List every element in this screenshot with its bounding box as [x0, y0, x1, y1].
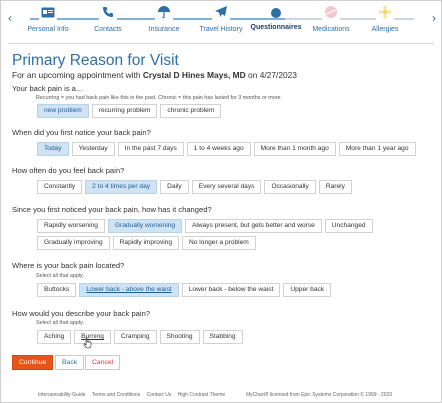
footer-copyright: MyChart® licensed from Epic Systems Corp…	[246, 392, 393, 398]
continue-button[interactable]: Continue	[12, 355, 54, 370]
umbrella-icon	[155, 4, 173, 20]
subtitle-mid: on	[245, 70, 260, 80]
option-always-present[interactable]: Always present, but gets better and wors…	[185, 219, 322, 233]
airplane-icon	[212, 4, 230, 20]
footer-link-high-contrast[interactable]: High Contrast Theme	[178, 392, 225, 398]
option-rapidly-worsening[interactable]: Rapidly worsening	[37, 219, 105, 233]
cancel-button[interactable]: Cancel	[85, 355, 121, 370]
step-insurance[interactable]: Insurance	[134, 4, 194, 33]
allergy-icon	[376, 4, 394, 20]
step-personal-info[interactable]: Personal Info	[18, 4, 78, 33]
footer-link-contact[interactable]: Contact Us	[147, 392, 172, 398]
question-hint: Select all that apply.	[36, 273, 84, 279]
footer-link-terms[interactable]: Terms and Conditions	[92, 392, 140, 398]
option-rapidly-improving[interactable]: Rapidly improving	[112, 236, 180, 250]
step-questionnaires[interactable]: Questionnaires	[246, 4, 306, 31]
step-contacts[interactable]: Contacts	[78, 4, 138, 33]
question-description: How would you describe your back pain?	[12, 309, 151, 318]
step-medications[interactable]: Medications	[301, 4, 361, 33]
option-past-7-days[interactable]: In the past 7 days	[117, 142, 184, 156]
question-change: Since you first noticed your back pain, …	[12, 205, 212, 214]
subtitle-prefix: For an upcoming appointment with	[12, 70, 143, 80]
step-allergies[interactable]: Allergies	[355, 4, 415, 33]
option-constantly[interactable]: Constantly	[37, 180, 83, 194]
pill-icon	[322, 4, 340, 20]
step-label: Questionnaires	[250, 24, 302, 31]
step-label: Contacts	[94, 26, 122, 33]
step-label: Medications	[312, 26, 350, 33]
option-shooting[interactable]: Shooting	[159, 330, 200, 344]
stepper-scroll-left-icon[interactable]: ‹	[8, 11, 12, 25]
question-pain-type: Your back pain is a...	[12, 84, 83, 93]
question-frequency: How often do you feel back pain?	[12, 166, 125, 175]
option-every-several-days[interactable]: Every several days	[191, 180, 262, 194]
question-hint: Recurring = you had back pain like this …	[36, 95, 283, 101]
option-rarely[interactable]: Rarely	[318, 180, 352, 194]
id-card-icon	[39, 4, 57, 20]
current-step-dot	[271, 8, 281, 18]
option-lower-back-below[interactable]: Lower back - below the waist	[181, 283, 281, 297]
stepper-scroll-right-icon[interactable]: ›	[432, 11, 436, 25]
option-daily[interactable]: Daily	[160, 180, 189, 194]
question-hint: Select all that apply.	[36, 320, 84, 326]
appointment-date: 4/27/2023	[259, 70, 297, 80]
progress-stepper: ‹ › Personal Info Contacts Insurance Tra…	[8, 4, 436, 42]
page-footer: Interoperability Guide Terms and Conditi…	[38, 392, 392, 398]
page-subtitle: For an upcoming appointment with Crystal…	[12, 70, 297, 80]
option-today[interactable]: Today	[37, 142, 69, 156]
option-lower-back-above[interactable]: Lower back - above the waist	[79, 283, 179, 297]
option-occasionally[interactable]: Occasionally	[264, 180, 316, 194]
step-label: Personal Info	[27, 26, 69, 33]
question-first-noticed: When did you first notice your back pain…	[12, 128, 151, 137]
option-chronic-problem[interactable]: chronic problem	[160, 104, 222, 118]
option-new-problem[interactable]: new problem	[37, 104, 89, 118]
option-aching[interactable]: Aching	[37, 330, 72, 344]
option-recurring-problem[interactable]: recurring problem	[91, 104, 158, 118]
footer-link-interoperability[interactable]: Interoperability Guide	[38, 392, 86, 398]
options-pain-type: new problem recurring problem chronic pr…	[37, 104, 222, 118]
page-title: Primary Reason for Visit	[12, 52, 179, 69]
options-description: Aching Burning Cramping Shooting Stabbin…	[37, 330, 243, 344]
option-upper-back[interactable]: Upper back	[283, 283, 332, 297]
back-button[interactable]: Back	[55, 355, 85, 370]
option-cramping[interactable]: Cramping	[113, 330, 157, 344]
option-buttocks[interactable]: Buttocks	[37, 283, 77, 297]
option-1-to-4-weeks[interactable]: 1 to 4 weeks ago	[186, 142, 251, 156]
option-yesterday[interactable]: Yesterday	[71, 142, 115, 156]
options-frequency: Constantly 2 to 4 times per day Daily Ev…	[37, 180, 352, 194]
provider-name: Crystal D Hines Mays, MD	[142, 70, 246, 80]
step-travel-history[interactable]: Travel History	[191, 4, 251, 33]
option-stabbing[interactable]: Stabbing	[202, 330, 243, 344]
step-label: Insurance	[148, 26, 180, 33]
option-2-to-4-times[interactable]: 2 to 4 times per day	[85, 180, 158, 194]
option-gradually-improving[interactable]: Gradually improving	[37, 236, 110, 250]
options-first-noticed: Today Yesterday In the past 7 days 1 to …	[37, 142, 416, 156]
phone-icon	[99, 4, 117, 20]
hand-cursor-icon	[83, 337, 92, 349]
option-unchanged[interactable]: Unchanged	[324, 219, 373, 233]
option-burning[interactable]: Burning	[74, 330, 111, 344]
options-location: Buttocks Lower back - above the waist Lo…	[37, 283, 332, 297]
option-gradually-worsening[interactable]: Gradually worsening	[107, 219, 182, 233]
option-more-than-1-month[interactable]: More than 1 month ago	[253, 142, 336, 156]
options-change: Rapidly worsening Gradually worsening Al…	[37, 219, 377, 250]
step-label: Allergies	[371, 26, 399, 33]
header-divider	[8, 43, 434, 44]
option-no-longer-problem[interactable]: No longer a problem	[182, 236, 256, 250]
question-location: Where is your back pain located?	[12, 261, 125, 270]
option-more-than-1-year[interactable]: More than 1 year ago	[338, 142, 416, 156]
step-label: Travel History	[199, 26, 243, 33]
